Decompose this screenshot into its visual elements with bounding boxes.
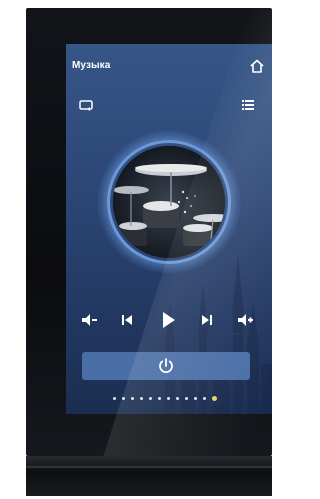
- device-bottom-edge: [26, 456, 272, 496]
- playback-controls: [66, 306, 272, 334]
- touch-screen: Музыка: [66, 44, 272, 414]
- page-dot[interactable]: [176, 397, 179, 400]
- page-dot[interactable]: [131, 397, 134, 400]
- page-dot[interactable]: [185, 397, 188, 400]
- page-dot-active[interactable]: [212, 396, 217, 401]
- page-dot[interactable]: [122, 397, 125, 400]
- screen-title: Музыка: [72, 60, 111, 71]
- play-icon[interactable]: [158, 310, 178, 330]
- power-button[interactable]: [82, 352, 250, 380]
- repeat-icon[interactable]: [78, 98, 94, 112]
- top-bar: Музыка: [66, 44, 272, 82]
- volume-down-icon[interactable]: [80, 312, 98, 328]
- page-dot[interactable]: [149, 397, 152, 400]
- page-dot[interactable]: [140, 397, 143, 400]
- page-dot[interactable]: [194, 397, 197, 400]
- page-dot[interactable]: [158, 397, 161, 400]
- volume-up-icon[interactable]: [236, 312, 254, 328]
- page-dot[interactable]: [167, 397, 170, 400]
- wall-panel-device: Музыка: [26, 8, 272, 456]
- album-art-image: [113, 146, 225, 258]
- previous-track-icon[interactable]: [118, 312, 136, 328]
- page-indicator: [113, 396, 233, 402]
- album-cover: [97, 130, 241, 274]
- page-dot[interactable]: [113, 397, 116, 400]
- secondary-toolbar: [66, 98, 272, 114]
- home-icon[interactable]: [249, 58, 265, 74]
- power-icon: [159, 358, 173, 373]
- scene: Музыка: [0, 0, 283, 499]
- playlist-icon[interactable]: [240, 98, 256, 112]
- next-track-icon[interactable]: [198, 312, 216, 328]
- page-dot[interactable]: [203, 397, 206, 400]
- drum-kit-photo: [113, 146, 225, 258]
